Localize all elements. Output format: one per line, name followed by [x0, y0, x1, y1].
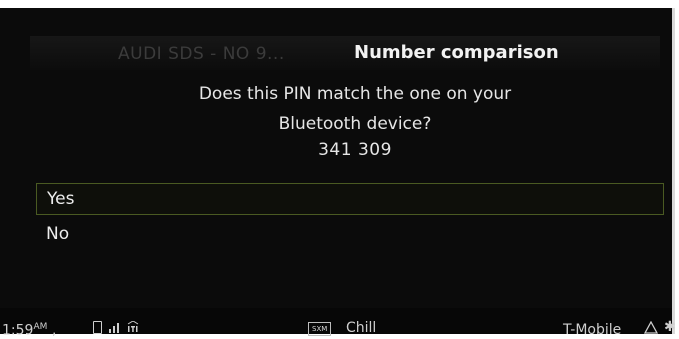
sxm-badge: SXM [308, 322, 332, 336]
pin-code: 341 309 [318, 140, 392, 160]
carrier-name: T-Mobile [563, 322, 622, 338]
bluetooth-icon: ✱ [664, 319, 676, 335]
clock-time: 1:59 [2, 322, 34, 339]
option-yes-label: Yes [47, 189, 75, 209]
phone-icon [93, 321, 102, 334]
question-text-line1: Does this PIN match the one on your [198, 84, 512, 104]
option-yes[interactable]: Yes [36, 183, 664, 215]
clock-separator: , [51, 322, 57, 339]
question-text-line2: Bluetooth device? [278, 114, 432, 134]
option-no[interactable]: No [36, 219, 664, 251]
clock: 1:59AM , [2, 322, 56, 339]
status-bar: 1:59AM , SXM Chill T-Mobile ✱ [0, 308, 676, 339]
dialog-title: Number comparison [354, 42, 559, 63]
lte-icon [127, 321, 139, 332]
clock-ampm: AM [33, 322, 48, 332]
warning-icon [644, 321, 658, 334]
signal-icon [109, 323, 119, 333]
background-title: AUDI SDS - NO 9... [118, 44, 285, 64]
infotainment-screen: AUDI SDS - NO 9... Number comparison Doe… [0, 8, 676, 339]
option-no-label: No [46, 224, 70, 244]
station-name: Chill [346, 320, 377, 336]
